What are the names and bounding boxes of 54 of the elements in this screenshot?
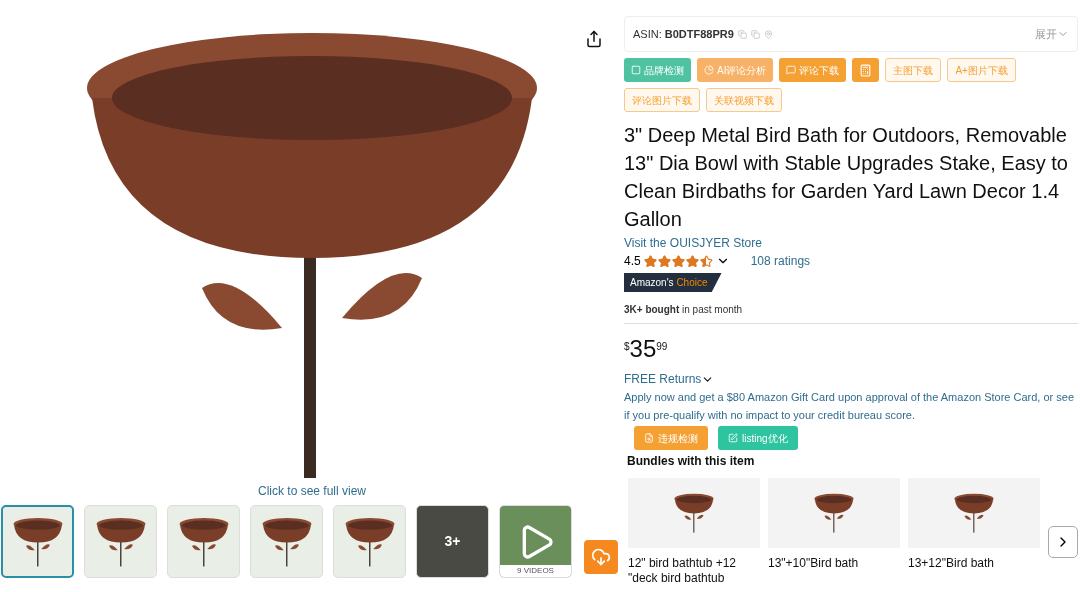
next-button[interactable] xyxy=(1048,526,1078,558)
ratings-link[interactable]: 108 ratings xyxy=(750,252,811,270)
plugin-button[interactable]: AI评论分析 xyxy=(697,58,774,82)
bundle-title[interactable]: 12" bird bathtub +12 "deck bird bathtub xyxy=(628,556,760,586)
plugin-button[interactable]: 主图下载 xyxy=(885,58,942,82)
thumbnail-drawing xyxy=(344,516,395,567)
star-icon xyxy=(685,254,699,268)
full-view-link[interactable]: Click to see full view xyxy=(0,482,624,500)
share-icon[interactable] xyxy=(585,30,603,48)
bundles-heading: Bundles with this item xyxy=(627,453,756,470)
bundle-drawing xyxy=(814,493,854,533)
thumbnail-drawing xyxy=(261,516,312,567)
tool-button[interactable]: listing优化 xyxy=(718,426,798,450)
choice-badge: Amazon's Choice xyxy=(624,273,722,292)
calculator-icon xyxy=(859,63,873,77)
thumbnail-drawing xyxy=(12,516,63,567)
image-thumbnail[interactable]: 3+ xyxy=(416,505,489,578)
plugin-button[interactable]: 关联视频下载 xyxy=(706,88,782,112)
more-count: 3+ xyxy=(444,532,461,551)
square-icon xyxy=(631,65,641,75)
comment-icon xyxy=(786,65,797,75)
store-link[interactable]: Visit the OUISJYER Store xyxy=(624,234,762,252)
bundle-image[interactable] xyxy=(628,478,760,548)
document-icon xyxy=(644,433,654,443)
star-icon xyxy=(643,254,657,268)
bought-text: 3K+ bought in past month xyxy=(624,303,744,317)
plugin-button[interactable]: 评论图片下载 xyxy=(624,88,700,112)
bundle-drawing xyxy=(954,493,994,533)
video-count: 9 VIDEOS xyxy=(500,565,571,577)
expand-toggle[interactable]: 展开 xyxy=(1035,25,1069,43)
offer-text: Apply now and get a $80 Amazon Gift Card upon approval of the Amazon Store Card, or see if you pre-qualify with no impact to your credit bureau score. xyxy=(624,390,1076,423)
star-icon xyxy=(699,254,713,268)
returns-link[interactable]: FREE Returns xyxy=(624,370,715,388)
plugin-button[interactable]: 品牌检测 xyxy=(624,58,691,82)
edit-icon xyxy=(728,433,738,443)
bundle-drawing xyxy=(674,493,714,533)
star-icon xyxy=(671,254,685,268)
thumbnail-drawing xyxy=(95,516,146,567)
pie-chart-icon xyxy=(704,65,714,75)
cloud-download-icon xyxy=(591,547,611,567)
bundle-image[interactable] xyxy=(908,478,1040,548)
plugin-button[interactable]: A+图片下载 xyxy=(947,58,1016,82)
plugin-button[interactable]: 评论下载 xyxy=(779,58,847,82)
tool-button[interactable]: 违规检测 xyxy=(634,426,708,450)
rating-value: 4.5 xyxy=(624,253,641,270)
image-thumbnail[interactable] xyxy=(1,505,74,578)
bundle-title[interactable]: 13+12"Bird bath xyxy=(908,556,1040,571)
video-thumbnail[interactable]: 9 VIDEOS xyxy=(499,505,572,578)
bundle-image[interactable] xyxy=(768,478,900,548)
asin-text: ASIN: B0DTF88PR9 xyxy=(633,26,734,42)
product-title: 3" Deep Metal Bird Bath for Outdoors, Removable 13" Dia Bowl with Stable Upgrades Stake, Easy to Clean Birdbaths for Garden Yard Lawn Decor 1.4 Gallon xyxy=(624,123,1069,232)
bundle-title[interactable]: 13"+10"Bird bath xyxy=(768,556,900,571)
star-icon xyxy=(657,254,671,268)
thumbnail-drawing xyxy=(178,516,229,567)
